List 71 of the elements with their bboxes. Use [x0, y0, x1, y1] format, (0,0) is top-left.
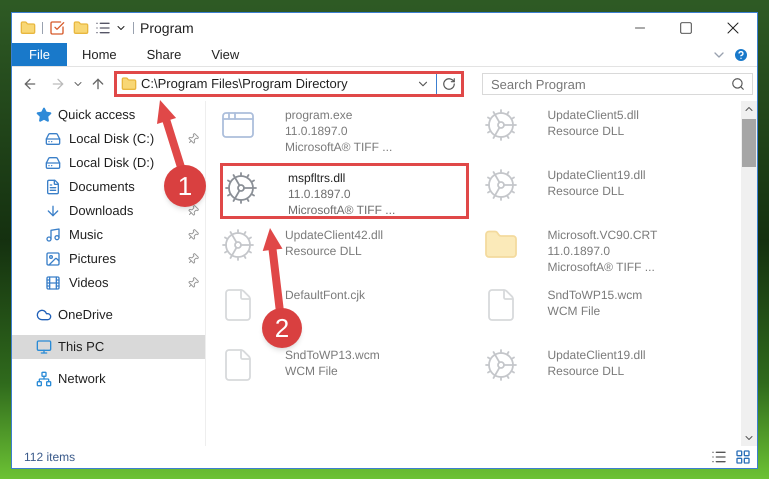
file-detail: 11.0.1897.0: [285, 123, 349, 139]
gear-icon: [482, 167, 518, 203]
ribbon-tab[interactable]: Home: [66, 43, 132, 66]
file-detail: 11.0.1897.0: [548, 243, 612, 259]
cloud-icon: [36, 307, 52, 323]
address-path: C:\Program Files\Program Directory: [141, 75, 348, 94]
file-name: UpdateClient19.dll: [548, 167, 646, 183]
list-icon[interactable]: [95, 20, 111, 36]
sidebar-item[interactable]: Local Disk (C:): [12, 127, 162, 151]
film-icon: [45, 275, 61, 291]
file-detail: 11.0.1897.0: [288, 186, 352, 202]
ribbon-tab[interactable]: File: [12, 43, 67, 66]
star-icon: [36, 107, 52, 123]
large-icons-view-icon[interactable]: [735, 449, 751, 465]
file-name: mspfltrs.dll: [288, 170, 346, 186]
file-name: Microsoft.VC90.CRT: [548, 227, 658, 243]
image-icon: [45, 251, 61, 267]
up-icon[interactable]: [90, 76, 106, 92]
maximize-icon[interactable]: [679, 21, 693, 35]
file-detail: Resource DLL: [548, 123, 626, 139]
selected-file-item[interactable]: mspfltrs.dll 11.0.1897.0 MicrosoftA® TIFF ...: [220, 163, 468, 219]
file-detail: Resource DLL: [548, 183, 626, 199]
vertical-scrollbar[interactable]: [741, 101, 757, 446]
item-count: 112 items: [24, 449, 76, 466]
file-name: UpdateClient5.dll: [548, 107, 639, 123]
drive-icon: [45, 131, 61, 147]
sidebar-item[interactable]: Pictures: [12, 247, 124, 271]
document-icon: [45, 179, 61, 195]
gear-icon: [220, 227, 256, 263]
sidebar-item[interactable]: Documents: [12, 175, 143, 199]
monitor-icon: [36, 339, 52, 355]
window-title: Program: [140, 18, 194, 38]
music-note-icon: [45, 227, 61, 243]
sidebar-item[interactable]: Videos: [12, 271, 117, 295]
folder-icon: [121, 76, 137, 92]
sidebar-item[interactable]: Music: [12, 223, 111, 247]
file-detail: Resource DLL: [285, 243, 363, 259]
sidebar-item[interactable]: Network: [12, 367, 114, 391]
file-name: SndToWP15.wcm: [548, 287, 642, 303]
file-name: UpdateClient42.dll: [285, 227, 384, 243]
file-detail: MicrosoftA® TIFF ...: [285, 139, 392, 155]
scrollbar-thumb[interactable]: [742, 119, 756, 167]
file-detail: MicrosoftA® TIFF ...: [548, 259, 656, 275]
gear-icon: [482, 347, 518, 383]
network-icon: [36, 371, 52, 387]
file-detail: WCM File: [548, 303, 602, 319]
file-detail: MicrosoftA® TIFF ...: [288, 202, 396, 218]
file-name: DefaultFont.cjk: [285, 287, 366, 303]
file-name: UpdateClient19.dll: [548, 347, 646, 363]
sidebar-item[interactable]: Downloads: [12, 199, 142, 223]
sidebar-item[interactable]: OneDrive: [12, 303, 121, 327]
refresh-icon[interactable]: [442, 77, 456, 91]
search-icon: [731, 77, 745, 91]
help-icon[interactable]: [733, 46, 749, 62]
drive-icon: [45, 155, 61, 171]
file-detail: WCM File: [285, 363, 339, 379]
file-name: SndToWP13.wcm: [285, 347, 380, 363]
file-detail: Resource DLL: [548, 363, 626, 379]
ribbon-tab[interactable]: View: [196, 43, 254, 66]
search-field[interactable]: Search Program: [482, 73, 753, 95]
sidebar-item[interactable]: Local Disk (D:): [12, 151, 162, 175]
sidebar-item[interactable]: This PC: [12, 335, 205, 359]
gear-icon: [482, 107, 518, 143]
address-bar[interactable]: C:\Program Files\Program Directory: [114, 71, 464, 97]
ribbon-tab[interactable]: Share: [132, 43, 196, 66]
details-view-icon[interactable]: [711, 449, 727, 465]
back-icon[interactable]: [22, 76, 38, 92]
gear-icon: [223, 170, 259, 206]
sidebar-item[interactable]: Quick access: [12, 103, 144, 127]
checkbox-icon[interactable]: [49, 20, 65, 36]
file-name: program.exe: [285, 107, 354, 123]
